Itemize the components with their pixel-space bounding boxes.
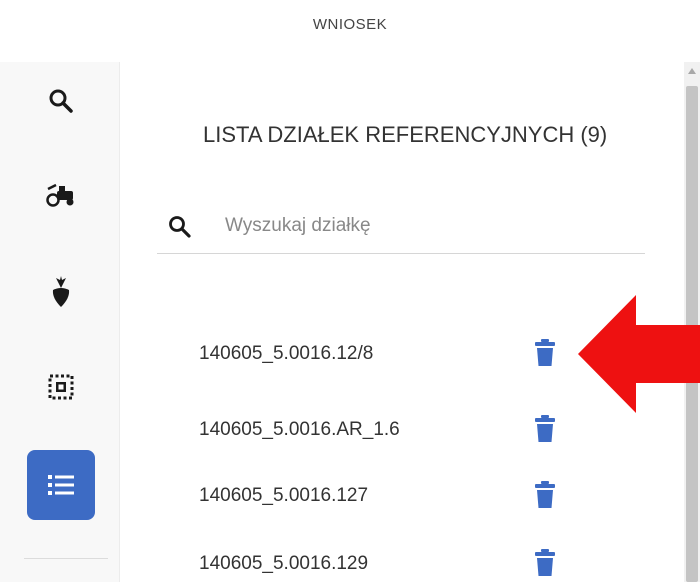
top-bar: WNIOSEK bbox=[0, 0, 700, 62]
parcel-name: 140605_5.0016.129 bbox=[199, 553, 369, 574]
list-item[interactable]: 140605_5.0016.129 bbox=[121, 534, 684, 582]
search-icon bbox=[169, 216, 191, 238]
sidebar-item-tractor[interactable] bbox=[27, 161, 95, 231]
parcel-name: 140605_5.0016.AR_1.6 bbox=[199, 419, 400, 440]
sidebar-divider bbox=[24, 558, 108, 559]
beet-icon bbox=[52, 276, 70, 307]
parcel-name: 140605_5.0016.127 bbox=[199, 485, 369, 506]
trash-icon[interactable] bbox=[535, 415, 555, 443]
trash-icon[interactable] bbox=[535, 549, 555, 577]
sidebar bbox=[0, 62, 120, 582]
search-icon bbox=[49, 89, 73, 113]
tractor-icon bbox=[46, 183, 74, 207]
sidebar-item-parcel-selection[interactable] bbox=[27, 352, 95, 422]
search-bar bbox=[157, 200, 645, 254]
page-title: WNIOSEK bbox=[312, 16, 388, 33]
list-item[interactable]: 140605_5.0016.127 bbox=[121, 466, 684, 526]
scroll-up-arrow-icon[interactable] bbox=[688, 68, 696, 74]
sidebar-item-search[interactable] bbox=[27, 66, 95, 136]
parcel-name: 140605_5.0016.12/8 bbox=[199, 343, 374, 364]
parcel-selection-icon bbox=[48, 374, 74, 400]
trash-icon[interactable] bbox=[535, 481, 555, 509]
list-icon bbox=[48, 475, 74, 495]
sidebar-item-parcel-list[interactable] bbox=[27, 450, 95, 520]
trash-icon[interactable] bbox=[535, 339, 555, 367]
search-input[interactable] bbox=[225, 208, 625, 244]
sidebar-item-crops[interactable] bbox=[27, 257, 95, 327]
red-arrow-icon bbox=[578, 295, 700, 413]
list-title: LISTA DZIAŁEK REFERENCYJNYCH (9) bbox=[203, 122, 608, 147]
